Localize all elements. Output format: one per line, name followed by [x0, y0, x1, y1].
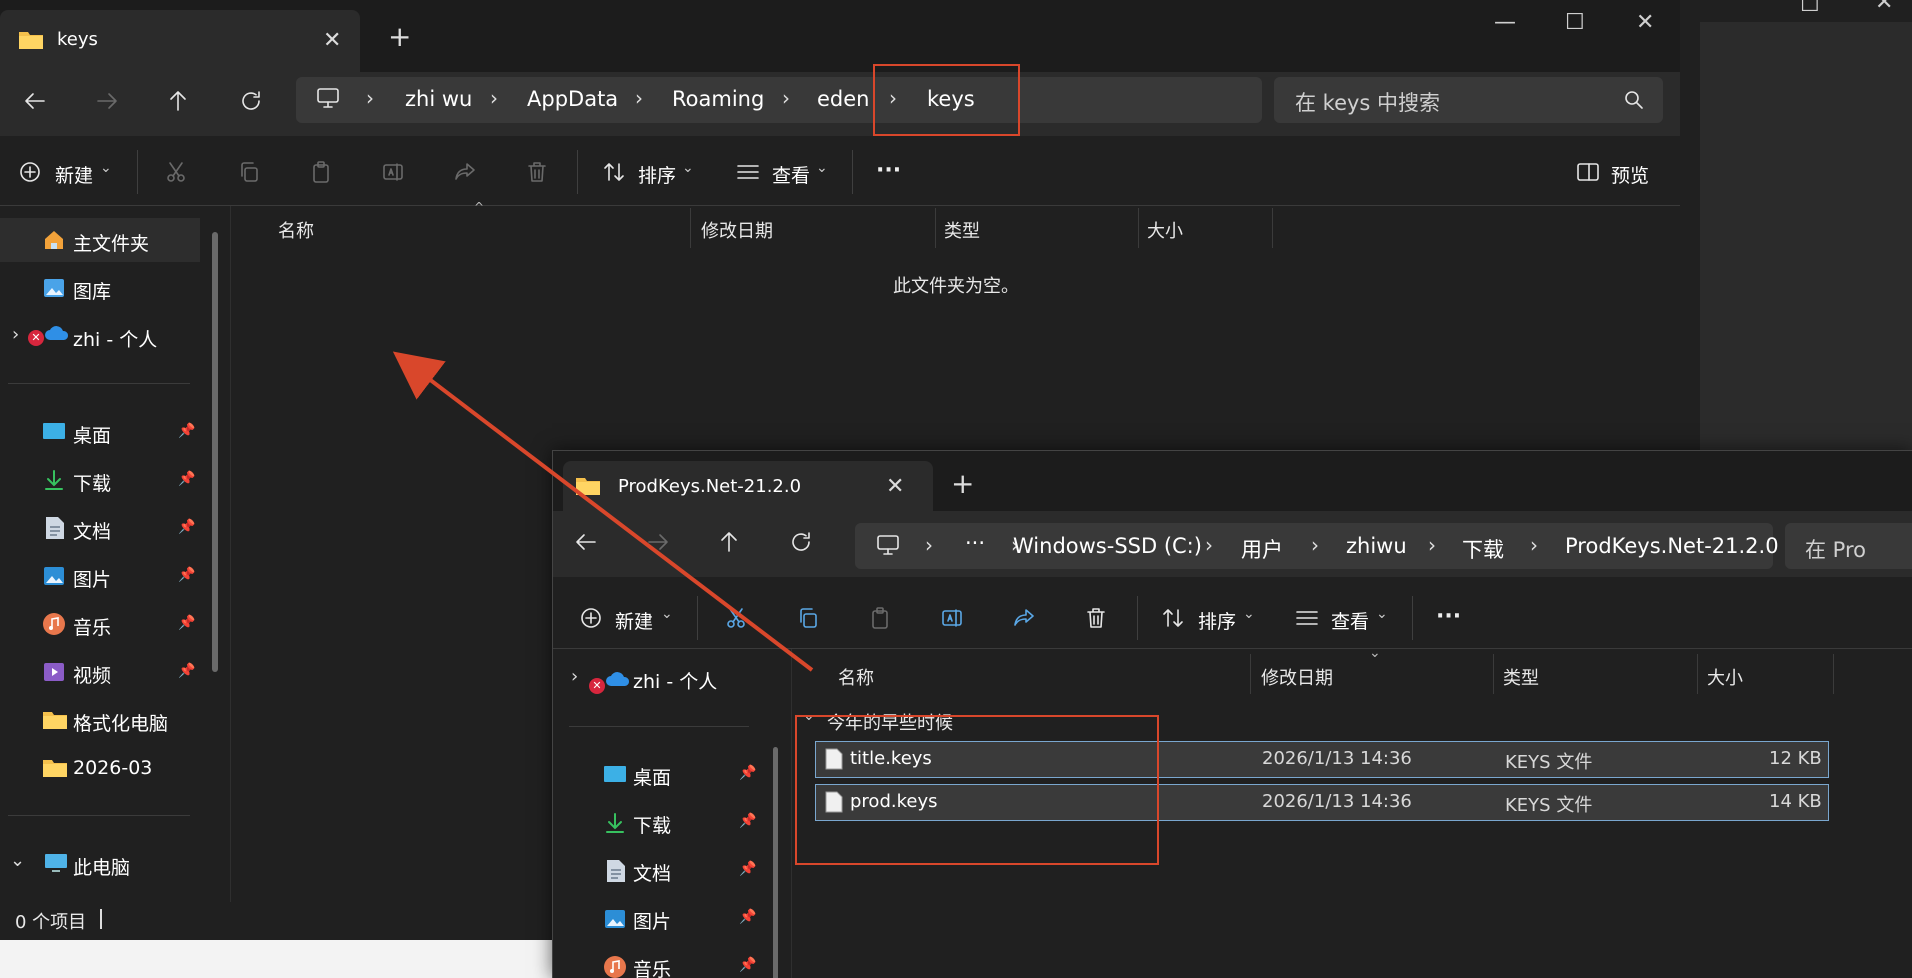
annotation-arrow	[392, 351, 814, 672]
